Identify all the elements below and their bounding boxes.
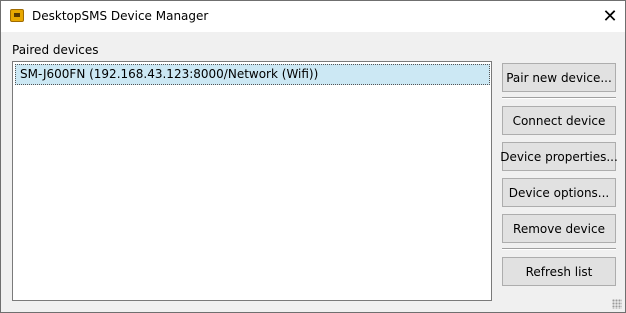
list-item[interactable]: SM-J600FN (192.168.43.123:8000/Network (…: [15, 64, 490, 85]
pair-new-device-button[interactable]: Pair new device...: [502, 63, 616, 92]
button-separator: [502, 248, 616, 250]
close-icon: ✕: [602, 6, 618, 27]
button-separator: [502, 97, 616, 99]
device-manager-window: DesktopSMS Device Manager ✕ Paired devic…: [0, 0, 626, 313]
refresh-list-button[interactable]: Refresh list: [502, 257, 616, 286]
paired-devices-label: Paired devices: [12, 43, 99, 57]
close-button[interactable]: ✕: [595, 1, 625, 32]
paired-devices-list[interactable]: SM-J600FN (192.168.43.123:8000/Network (…: [12, 61, 492, 301]
connect-device-button[interactable]: Connect device: [502, 106, 616, 135]
device-options-button[interactable]: Device options...: [502, 178, 616, 207]
window-title: DesktopSMS Device Manager: [32, 9, 209, 23]
resize-grip[interactable]: [612, 299, 622, 309]
remove-device-button[interactable]: Remove device: [502, 214, 616, 243]
device-properties-button[interactable]: Device properties...: [500, 142, 618, 171]
app-icon: [10, 9, 24, 22]
title-bar[interactable]: DesktopSMS Device Manager ✕: [1, 1, 625, 32]
